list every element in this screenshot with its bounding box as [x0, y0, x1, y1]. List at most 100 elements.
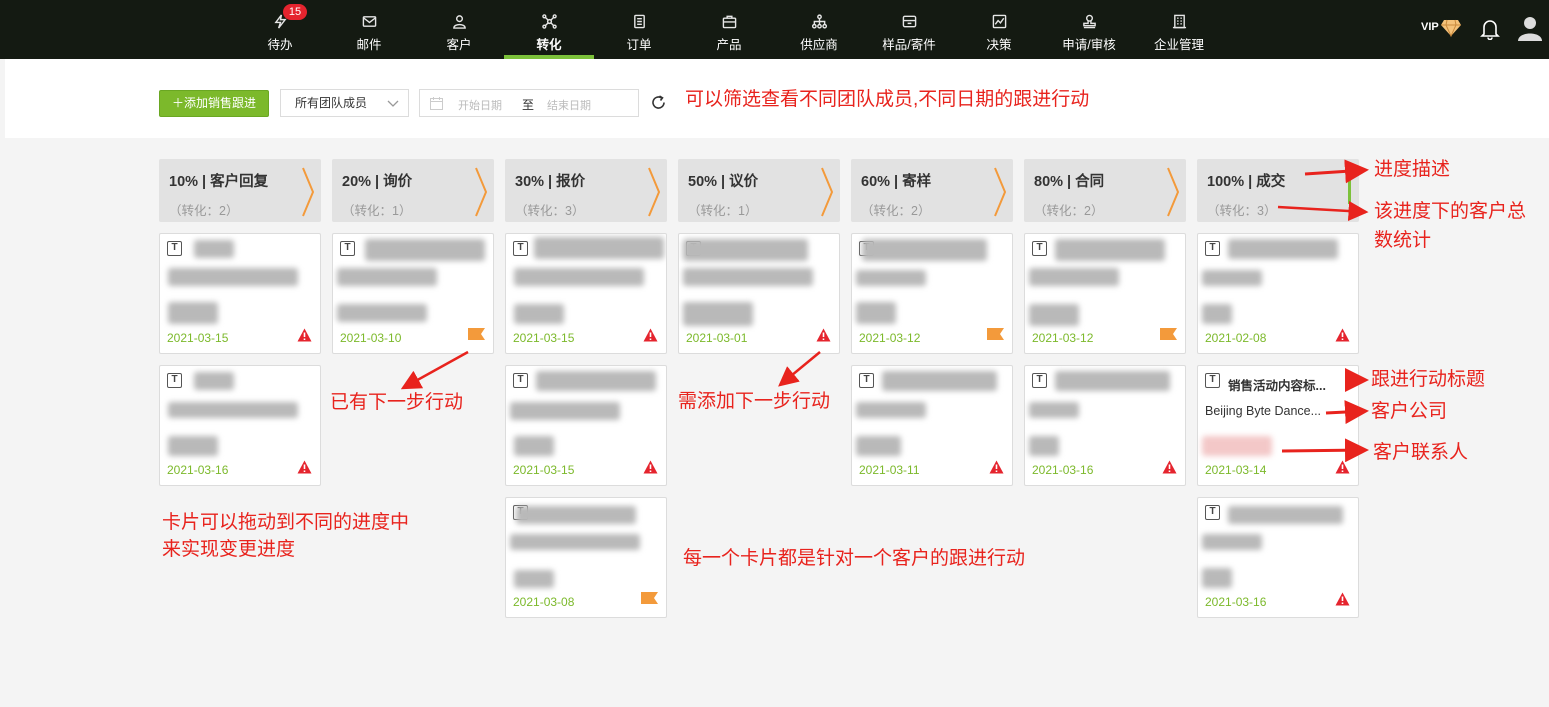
chevron-right-icon [648, 167, 661, 217]
followup-card[interactable]: T 2021-03-16 [1024, 365, 1186, 486]
nav-supplier[interactable]: 供应商 [774, 0, 864, 59]
followup-card[interactable]: T 2021-03-15 [159, 233, 321, 354]
followup-card[interactable]: T 2021-03-10 [332, 233, 494, 354]
redacted-contact [337, 304, 427, 322]
person-icon [453, 15, 466, 29]
bell-icon[interactable] [1480, 18, 1500, 40]
redacted-contact [1202, 304, 1232, 324]
plus-icon: ＋ [171, 96, 184, 110]
task-type-icon: T [1205, 505, 1220, 520]
redacted-title [534, 237, 664, 259]
redacted-company [168, 268, 298, 286]
nav-label: 邮件 [356, 38, 382, 52]
nav-label: 产品 [716, 38, 742, 52]
card-date: 2021-03-12 [859, 331, 921, 345]
stage-header-80: 80% | 合同 （转化：2） [1024, 159, 1186, 222]
end-date-input[interactable]: 结束日期 [547, 97, 591, 113]
nav-decision[interactable]: 决策 [954, 0, 1044, 59]
redacted-company [337, 268, 437, 286]
nav-todo[interactable]: 15 待办 [235, 0, 325, 59]
chevron-right-icon [475, 167, 488, 217]
card-date: 2021-03-14 [1205, 463, 1267, 477]
stage-count: （转化：1） [688, 204, 758, 218]
annotation-drag-1: 卡片可以拖动到不同的进度中 [162, 512, 410, 533]
redacted-title [516, 506, 636, 524]
followup-card[interactable]: T 2021-03-11 [851, 365, 1013, 486]
warning-icon [1335, 328, 1350, 342]
nav-conversion[interactable]: 转化 [504, 0, 594, 59]
card-date: 2021-03-16 [1205, 595, 1267, 609]
diamond-icon[interactable] [1441, 19, 1461, 37]
date-range-picker[interactable]: 开始日期 至 结束日期 [419, 89, 639, 117]
add-button-label: 添加销售跟进 [184, 96, 257, 110]
package-icon [902, 15, 917, 28]
nav-mail[interactable]: 邮件 [324, 0, 414, 59]
stamp-icon [1083, 14, 1096, 29]
stage-header-10: 10% | 客户回复 （转化：2） [159, 159, 321, 222]
redacted-contact [514, 304, 564, 324]
chevron-down-icon [387, 100, 399, 107]
nav-customer[interactable]: 客户 [414, 0, 504, 59]
redacted-contact [1202, 568, 1232, 588]
card-date: 2021-03-08 [513, 595, 575, 609]
followup-card[interactable]: T 2021-03-16 [159, 365, 321, 486]
nav-approval[interactable]: 申请/审核 [1044, 0, 1134, 59]
warning-icon [1335, 592, 1350, 606]
redacted-company [1029, 268, 1119, 286]
redacted-contact [856, 302, 896, 324]
followup-card[interactable]: T 2021-02-08 [1197, 233, 1359, 354]
top-nav-bar: 15 待办 邮件 客户 转化 订单 产品 供应商 样品/寄件 决策 申请/审核 … [0, 0, 1549, 59]
redacted-company [856, 270, 926, 286]
redacted-title [194, 372, 234, 390]
followup-card[interactable]: T 2021-03-16 [1197, 497, 1359, 618]
followup-card[interactable]: T 2021-03-15 [505, 365, 667, 486]
refresh-icon[interactable] [650, 94, 667, 111]
team-member-select[interactable]: 所有团队成员 [280, 89, 409, 117]
annotation-each-card: 每一个卡片都是针对一个客户的跟进行动 [683, 548, 1026, 569]
nav-label: 转化 [536, 38, 562, 52]
annotation-action-title: 跟进行动标题 [1371, 369, 1486, 390]
task-type-icon: T [859, 373, 874, 388]
stage-count: （转化：3） [1207, 204, 1277, 218]
followup-card[interactable]: T 2021-03-12 [851, 233, 1013, 354]
arrow-has-next [400, 350, 469, 390]
redacted-contact [168, 302, 218, 324]
nav-label: 企业管理 [1153, 38, 1204, 52]
stage-header-50: 50% | 议价 （转化：1） [678, 159, 840, 222]
warning-icon [297, 460, 312, 474]
nav-label: 客户 [446, 38, 472, 52]
nav-enterprise[interactable]: 企业管理 [1134, 0, 1224, 59]
task-type-icon: T [340, 241, 355, 256]
followup-card[interactable]: T 2021-03-15 [505, 233, 667, 354]
stage-title: 50% | 议价 [688, 174, 759, 190]
followup-card[interactable]: T 2021-03-12 [1024, 233, 1186, 354]
card-date: 2021-03-15 [167, 331, 229, 345]
annotation-drag-2: 来实现变更进度 [162, 539, 296, 560]
warning-icon [816, 328, 831, 342]
redacted-title [882, 371, 997, 391]
team-member-value: 所有团队成员 [295, 96, 368, 110]
card-company: Beijing Byte Dance... [1205, 404, 1322, 418]
followup-card[interactable]: T 2021-03-08 [505, 497, 667, 618]
avatar[interactable] [1517, 15, 1543, 41]
add-sales-followup-button[interactable]: ＋添加销售跟进 [159, 90, 269, 117]
stage-header-20: 20% | 询价 （转化：1） [332, 159, 494, 222]
followup-card[interactable]: T 销售活动内容标... Beijing Byte Dance... 2021-… [1197, 365, 1359, 486]
stage-header-60: 60% | 寄样 （转化：2） [851, 159, 1013, 222]
redacted-contact [1029, 304, 1079, 326]
redacted-company [168, 402, 298, 418]
card-date: 2021-03-15 [513, 331, 575, 345]
flag-icon [1160, 328, 1177, 340]
vip-label[interactable]: VIP [1421, 21, 1439, 33]
card-date: 2021-03-01 [686, 331, 748, 345]
nav-order[interactable]: 订单 [594, 0, 684, 59]
task-type-icon: T [1032, 241, 1047, 256]
stage-title: 60% | 寄样 [861, 174, 932, 190]
nav-samples[interactable]: 样品/寄件 [864, 0, 954, 59]
redacted-title [365, 239, 485, 261]
card-date: 2021-03-16 [1032, 463, 1094, 477]
redacted-company [1202, 270, 1262, 286]
followup-card[interactable]: T 2021-03-01 [678, 233, 840, 354]
start-date-input[interactable]: 开始日期 [458, 97, 502, 113]
nav-product[interactable]: 产品 [684, 0, 774, 59]
